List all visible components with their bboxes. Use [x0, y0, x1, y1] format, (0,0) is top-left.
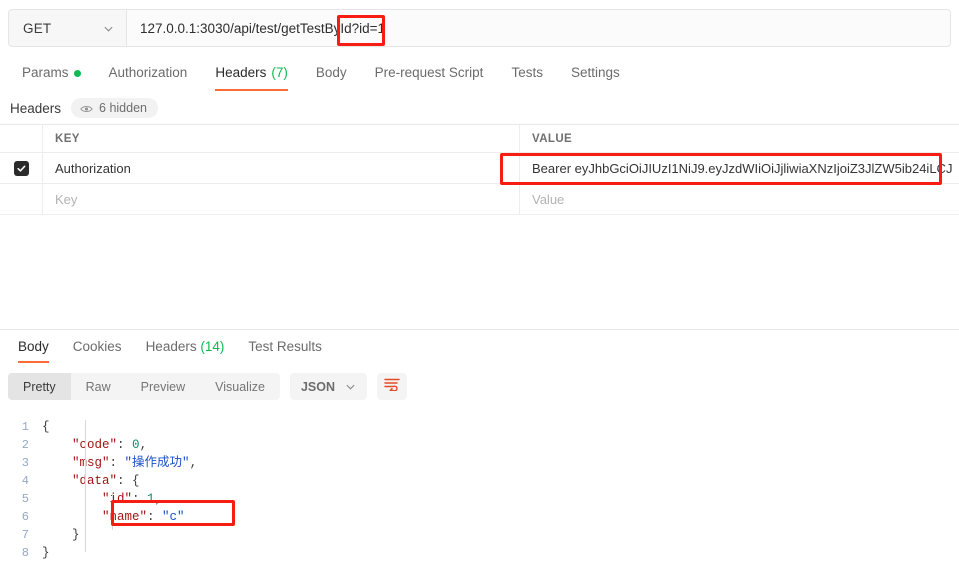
eye-icon	[80, 103, 93, 113]
new-header-key-input[interactable]: Key	[43, 184, 520, 214]
new-header-key-placeholder: Key	[55, 191, 78, 207]
response-tab-cookies-label: Cookies	[72, 339, 122, 354]
fold-guide-data	[112, 492, 113, 530]
new-header-value-input[interactable]: Value	[520, 184, 959, 214]
table-row[interactable]: Authorization Bearer eyJhbGciOiJIUzI1NiJ…	[0, 153, 959, 184]
response-divider	[0, 329, 959, 330]
header-row-check-column	[0, 125, 43, 152]
response-view-mode-group: Pretty Raw Preview Visualize	[8, 373, 280, 400]
tab-settings[interactable]: Settings	[557, 59, 634, 87]
code-line: 2 "code": 0,	[0, 436, 959, 454]
tab-authorization[interactable]: Authorization	[95, 59, 202, 87]
line-number: 7	[21, 528, 29, 542]
header-value-cell[interactable]: Bearer eyJhbGciOiJIUzI1NiJ9.eyJzdWIiOiJj…	[520, 153, 959, 183]
tab-settings-label: Settings	[570, 65, 620, 80]
code-text: "name": "c"	[102, 510, 185, 524]
hidden-headers-label: 6 hidden	[99, 101, 147, 115]
tab-params[interactable]: Params	[8, 59, 95, 87]
tab-body-label: Body	[315, 65, 347, 80]
code-text: "data": {	[72, 474, 140, 488]
tab-headers-count: (7)	[271, 65, 288, 80]
chevron-down-icon	[345, 381, 356, 392]
params-modified-dot-icon	[73, 69, 81, 77]
line-number: 6	[21, 510, 29, 524]
chevron-down-icon	[103, 23, 114, 34]
line-number: 8	[21, 546, 29, 560]
table-row-empty[interactable]: Key Value	[0, 184, 959, 215]
line-number: 5	[21, 492, 29, 506]
headers-table: KEY VALUE Authorization Bearer eyJhbGciO…	[0, 124, 959, 215]
response-tab-body-label: Body	[18, 339, 49, 354]
hidden-headers-toggle[interactable]: 6 hidden	[71, 98, 158, 118]
checkbox-checked-icon[interactable]	[13, 160, 29, 176]
fold-guide-root	[85, 420, 86, 552]
response-tab-test-results-label: Test Results	[248, 339, 322, 354]
wrap-lines-button[interactable]	[377, 373, 407, 400]
request-url-input[interactable]: 127.0.0.1:3030/api/test/getTestById?id=1	[127, 10, 950, 46]
code-line: 7 }	[0, 526, 959, 544]
request-tabs: Params Authorization Headers (7) Body Pr…	[0, 59, 959, 91]
code-line: 3 "msg": "操作成功",	[0, 454, 959, 472]
view-mode-visualize[interactable]: Visualize	[200, 373, 280, 400]
code-line: 5 "id": 1,	[0, 490, 959, 508]
tab-authorization-label: Authorization	[108, 65, 188, 80]
response-format-bar: Pretty Raw Preview Visualize JSON	[8, 373, 407, 400]
response-body-code[interactable]: 1 { 2 "code": 0, 3 "msg": "操作成功", 4 "dat…	[0, 418, 959, 568]
tab-pre-request-script-label: Pre-request Script	[374, 65, 484, 80]
header-value-text: Bearer eyJhbGciOiJIUzI1NiJ9.eyJzdWIiOiJj…	[532, 160, 953, 176]
headers-table-header-row: KEY VALUE	[0, 125, 959, 153]
code-text: {	[42, 420, 50, 434]
view-mode-raw[interactable]: Raw	[71, 373, 126, 400]
tab-tests[interactable]: Tests	[497, 59, 557, 87]
code-text: }	[42, 546, 50, 560]
code-text: "id": 1,	[102, 492, 163, 506]
row-checkbox-cell[interactable]	[0, 153, 43, 183]
response-tabs: Body Cookies Headers (14) Test Results	[0, 334, 959, 363]
response-tab-headers[interactable]: Headers (14)	[134, 334, 237, 360]
response-tab-headers-count: (14)	[200, 339, 225, 354]
header-key-text: Authorization	[55, 160, 131, 176]
code-line: 1 {	[0, 418, 959, 436]
view-mode-preview[interactable]: Preview	[126, 373, 200, 400]
code-text: "code": 0,	[72, 438, 148, 452]
code-text: "msg": "操作成功",	[72, 456, 198, 470]
response-format-label: JSON	[300, 379, 335, 394]
tab-tests-label: Tests	[511, 65, 543, 80]
wrap-lines-icon	[384, 377, 400, 396]
column-header-value: VALUE	[532, 132, 573, 145]
code-line: 6 "name": "c"	[0, 508, 959, 526]
line-number: 3	[21, 456, 29, 470]
empty-row-checkbox-cell[interactable]	[0, 184, 43, 214]
new-header-value-placeholder: Value	[532, 191, 565, 207]
response-tab-headers-label: Headers	[145, 339, 197, 354]
response-format-select[interactable]: JSON	[289, 373, 367, 400]
view-mode-pretty[interactable]: Pretty	[8, 373, 71, 400]
tab-params-label: Params	[22, 65, 69, 80]
tab-body[interactable]: Body	[302, 59, 361, 87]
http-method-select[interactable]: GET	[9, 10, 127, 46]
response-tab-cookies[interactable]: Cookies	[61, 334, 134, 360]
header-key-cell[interactable]: Authorization	[43, 153, 520, 183]
code-text: }	[72, 528, 80, 542]
column-header-key: KEY	[43, 125, 520, 152]
line-number: 2	[21, 438, 29, 452]
tab-pre-request-script[interactable]: Pre-request Script	[361, 59, 498, 87]
headers-subbar: Headers 6 hidden	[0, 94, 959, 122]
code-line: 4 "data": {	[0, 472, 959, 490]
http-method-label: GET	[23, 20, 52, 36]
request-url-bar: GET 127.0.0.1:3030/api/test/getTestById?…	[8, 9, 951, 47]
response-tab-body[interactable]: Body	[6, 334, 61, 363]
line-number: 1	[21, 420, 29, 434]
code-line: 8 }	[0, 544, 959, 562]
line-number: 4	[21, 474, 29, 488]
response-tab-test-results[interactable]: Test Results	[236, 334, 334, 360]
tab-headers[interactable]: Headers (7)	[201, 59, 302, 91]
headers-section-title: Headers	[10, 100, 62, 116]
tab-headers-label: Headers	[215, 65, 267, 80]
